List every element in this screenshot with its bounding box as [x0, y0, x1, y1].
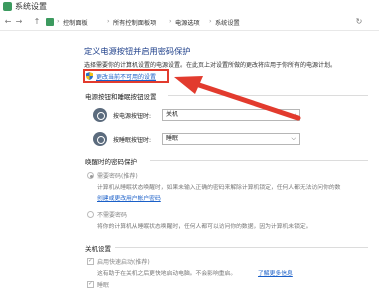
page-description: 选择需要你的计算机设置的电源设置。在此页上对设置所做的更改将应用于你所有的电源计…: [84, 62, 337, 69]
password-section-title: 唤醒时的密码保护: [85, 158, 137, 166]
power-button-select[interactable]: 关机 ⌵: [162, 109, 300, 121]
breadcrumb-control-panel[interactable]: 控制面板: [63, 18, 88, 27]
sleep-button-select[interactable]: 睡眠 ⌵: [162, 133, 300, 145]
no-password-description: 将你的计算机从睡眠状态唤醒时，任何人都可以访问你的数据，因为计算机未锁定。: [97, 224, 312, 230]
breadcrumb-system-settings[interactable]: 系统设置: [215, 18, 240, 27]
power-button-value: 关机: [166, 111, 179, 118]
sleep-button-value: 睡眠: [166, 135, 179, 142]
chevron-down-icon: ⌵: [291, 111, 296, 118]
breadcrumb-separator-icon: ›: [57, 17, 60, 25]
fast-startup-checkbox[interactable]: [87, 257, 94, 265]
fast-startup-description: 这有助于在关机之后更快地启动电脑。不会影响重启。: [97, 271, 237, 277]
title-bar: 系统设置: [0, 0, 379, 14]
main-content: 定义电源按钮并启用密码保护 选择需要你的计算机设置的电源设置。在此页上对设置所做…: [0, 31, 379, 290]
breadcrumb-separator-icon: ›: [107, 17, 110, 25]
sleep-checkbox[interactable]: [87, 280, 94, 288]
power-buttons-section-title: 电源按钮和睡眠按钮设置: [85, 93, 157, 101]
uac-shield-icon: [86, 72, 93, 80]
no-password-radio[interactable]: [87, 211, 94, 218]
address-bar: ← → ↑ › 控制面板 › 所有控制面板项 › 电源选项 › 系统设置 ↻: [0, 14, 379, 31]
sleep-button-label: 按睡眠按钮时:: [113, 137, 152, 144]
chevron-down-icon: ⌵: [291, 135, 296, 142]
require-password-description: 计算机从睡眠状态唤醒时，如果未输入正确的密码来解除计算机锁定，任何人都无法访问你…: [97, 185, 341, 191]
require-password-label: 需要密码(推荐): [97, 173, 138, 180]
section-divider: [168, 95, 368, 96]
control-panel-icon: [3, 2, 12, 11]
require-password-radio[interactable]: [87, 172, 94, 179]
forward-button[interactable]: →: [14, 17, 24, 27]
up-button[interactable]: ↑: [32, 17, 42, 27]
change-unavailable-settings-link[interactable]: 更改当前不可用的设置: [96, 72, 156, 81]
sleep-button-icon: [93, 132, 107, 146]
refresh-button[interactable]: ↻: [354, 17, 364, 27]
breadcrumb-separator-icon: ›: [169, 17, 172, 25]
no-password-label: 不需要密码: [97, 212, 128, 219]
create-change-password-link[interactable]: 创建或更改用户帐户密码: [97, 193, 161, 202]
section-divider: [115, 247, 368, 248]
power-button-icon: [93, 108, 107, 122]
control-panel-icon: [46, 18, 54, 26]
breadcrumb-power-options[interactable]: 电源选项: [175, 18, 200, 27]
breadcrumb-all-items[interactable]: 所有控制面板项: [113, 18, 156, 27]
power-button-label: 按电源按钮时:: [113, 113, 152, 120]
sleep-checkbox-label: 睡眠: [97, 282, 110, 289]
window-title: 系统设置: [15, 2, 47, 11]
back-button[interactable]: ←: [3, 17, 13, 27]
shutdown-section-title: 关机设置: [85, 245, 111, 253]
breadcrumb-separator-icon: ›: [209, 17, 212, 25]
page-title: 定义电源按钮并启用密码保护: [84, 46, 191, 56]
fast-startup-label: 启用快速启动(推荐): [97, 259, 150, 266]
learn-more-link[interactable]: 了解更多信息: [258, 268, 293, 277]
section-divider: [150, 160, 368, 161]
